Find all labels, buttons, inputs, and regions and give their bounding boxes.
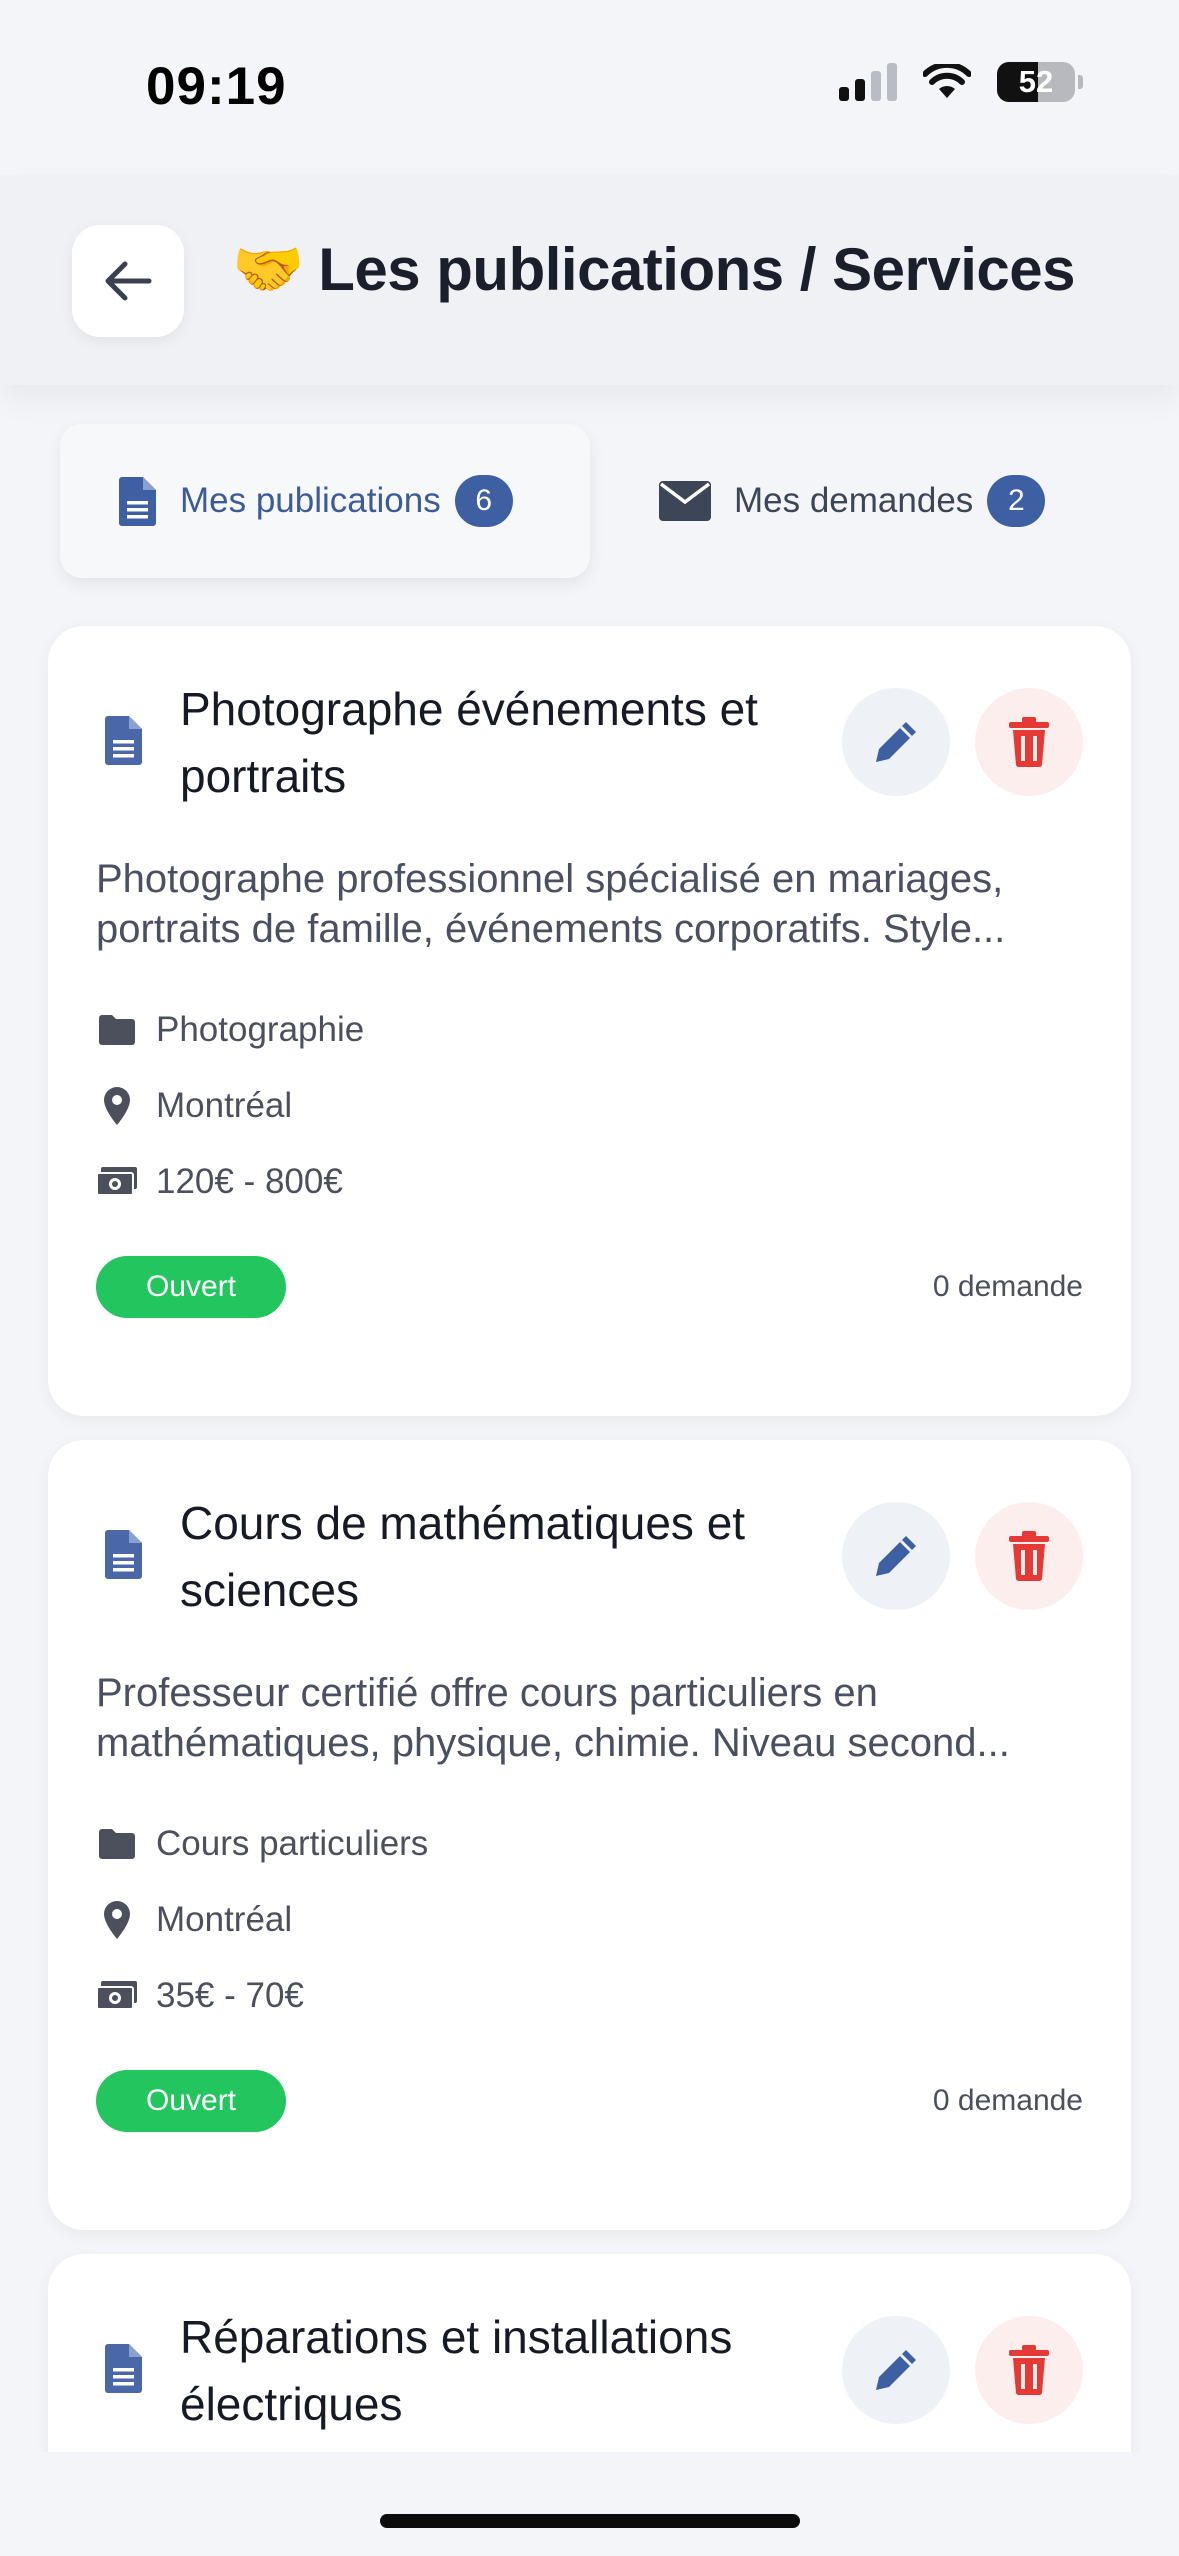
money-icon bbox=[96, 1981, 137, 2010]
publication-list: Photographe événements et portraits Phot… bbox=[48, 626, 1131, 2498]
publication-title: Cours de mathématiques et sciences bbox=[180, 1497, 746, 1616]
status-bar: 09:19 52 bbox=[0, 0, 1179, 170]
document-icon bbox=[105, 1530, 142, 1579]
status-badge: Ouvert bbox=[96, 2070, 286, 2132]
pencil-icon bbox=[876, 722, 916, 762]
bottom-safe-area bbox=[0, 2452, 1179, 2556]
map-pin-icon bbox=[104, 1901, 130, 1939]
tab-label: Mes demandes bbox=[734, 481, 974, 520]
request-count: 0 demande bbox=[932, 1270, 1083, 1303]
pencil-icon bbox=[876, 2350, 916, 2390]
publication-card[interactable]: Cours de mathématiques et sciences Profe… bbox=[48, 1440, 1131, 2230]
category-label: Photographie bbox=[156, 1010, 365, 1049]
trash-icon bbox=[1009, 717, 1049, 768]
battery-icon: 52 bbox=[997, 62, 1075, 102]
folder-icon bbox=[99, 1015, 135, 1045]
page-title: Les publications / Services bbox=[318, 236, 1076, 303]
tab-mes-publications[interactable]: Mes publications 6 bbox=[60, 424, 590, 578]
status-badge: Ouvert bbox=[96, 1256, 286, 1318]
count-badge: 6 bbox=[454, 475, 513, 527]
location-label: Montréal bbox=[156, 1900, 293, 1939]
trash-icon bbox=[1009, 2345, 1049, 2396]
location-row: Montréal bbox=[96, 1900, 292, 1940]
publication-card[interactable]: Photographe événements et portraits Phot… bbox=[48, 626, 1131, 1416]
envelope-icon bbox=[659, 481, 711, 521]
wifi-icon bbox=[923, 64, 971, 98]
folder-icon bbox=[99, 1829, 135, 1859]
count-badge: 2 bbox=[987, 475, 1046, 527]
edit-button[interactable] bbox=[842, 1502, 950, 1610]
status-time: 09:19 bbox=[146, 57, 287, 116]
location-row: Montréal bbox=[96, 1086, 292, 1126]
back-button[interactable] bbox=[72, 225, 184, 337]
delete-button[interactable] bbox=[975, 2316, 1083, 2424]
price-range: 120€ - 800€ bbox=[156, 1162, 343, 1201]
location-label: Montréal bbox=[156, 1086, 293, 1125]
arrow-left-icon bbox=[105, 261, 152, 301]
publication-description: Photographe professionnel spécialisé en … bbox=[96, 857, 1006, 951]
publication-title: Photographe événements et portraits bbox=[180, 683, 758, 802]
document-icon bbox=[105, 716, 142, 765]
category-row: Cours particuliers bbox=[96, 1824, 428, 1864]
edit-button[interactable] bbox=[842, 2316, 950, 2424]
tab-label: Mes publications bbox=[180, 481, 441, 520]
tab-mes-demandes[interactable]: Mes demandes 2 bbox=[658, 424, 1046, 578]
edit-button[interactable] bbox=[842, 688, 950, 796]
map-pin-icon bbox=[104, 1087, 130, 1125]
category-row: Photographie bbox=[96, 1010, 364, 1050]
cellular-signal-icon bbox=[839, 63, 897, 101]
home-indicator[interactable] bbox=[380, 2514, 800, 2528]
document-icon bbox=[119, 477, 156, 526]
trash-icon bbox=[1009, 1531, 1049, 1582]
pencil-icon bbox=[876, 1536, 916, 1576]
money-icon bbox=[96, 1167, 137, 1196]
battery-level: 52 bbox=[1018, 64, 1054, 99]
category-label: Cours particuliers bbox=[156, 1824, 429, 1863]
price-range: 35€ - 70€ bbox=[156, 1976, 304, 2015]
request-count: 0 demande bbox=[932, 2084, 1083, 2117]
delete-button[interactable] bbox=[975, 688, 1083, 796]
delete-button[interactable] bbox=[975, 1502, 1083, 1610]
page-header: 🤝 Les publications / Services bbox=[0, 175, 1179, 385]
publication-description: Professeur certifié offre cours particul… bbox=[96, 1671, 1010, 1765]
tab-bar: Mes publications 6 Mes demandes 2 bbox=[60, 424, 1120, 578]
price-row: 120€ - 800€ bbox=[96, 1162, 343, 1202]
publication-card[interactable]: Réparations et installations électriques bbox=[48, 2254, 1131, 2474]
status-icons: 52 bbox=[839, 62, 1083, 102]
price-row: 35€ - 70€ bbox=[96, 1976, 304, 2016]
handshake-icon: 🤝 bbox=[232, 236, 305, 302]
publication-title: Réparations et installations électriques bbox=[180, 2311, 733, 2430]
document-icon bbox=[105, 2344, 142, 2393]
